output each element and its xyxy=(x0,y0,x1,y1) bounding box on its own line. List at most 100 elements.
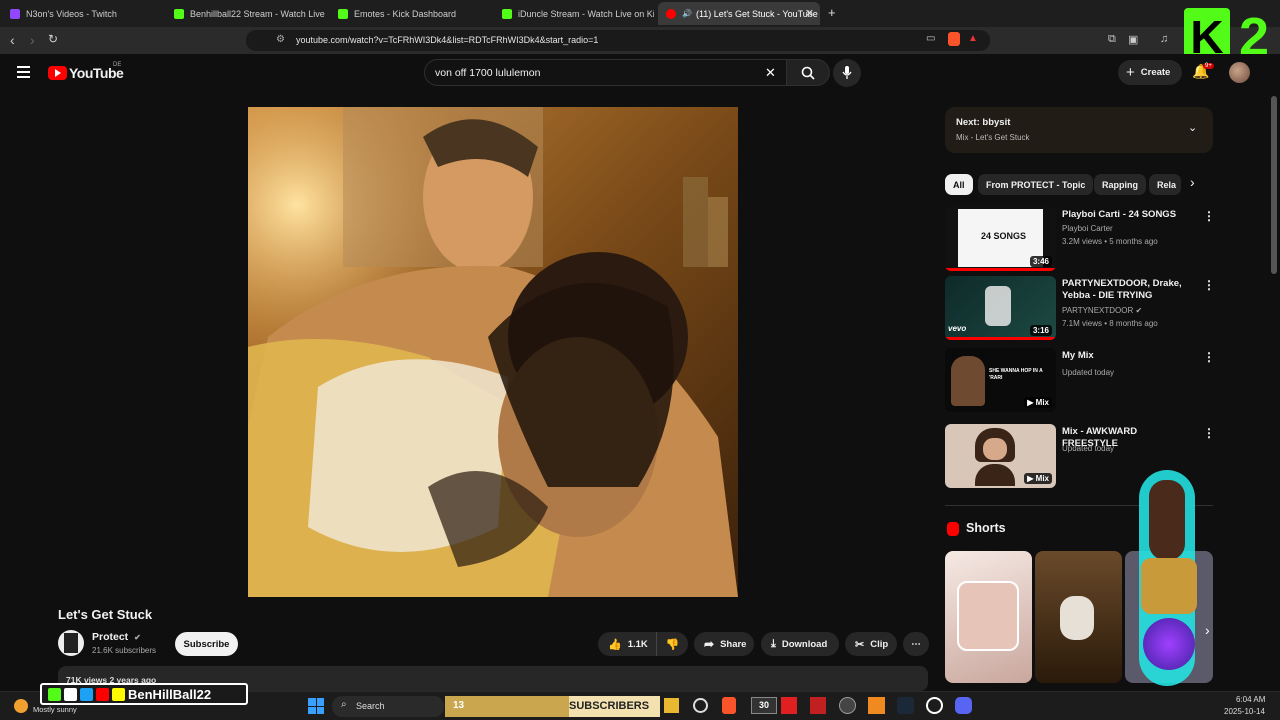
chip-from-protect[interactable]: From PROTECT - Topic xyxy=(978,174,1094,195)
clip-button[interactable]: ✂ Clip xyxy=(845,632,897,656)
site-info-icon[interactable]: ⚙ xyxy=(276,34,285,45)
taskbar-search-label: Search xyxy=(356,701,385,711)
app-icon[interactable] xyxy=(810,697,826,714)
close-tab-icon[interactable]: ✕ xyxy=(805,7,814,20)
subscriber-goal-label: SUBSCRIBERS xyxy=(569,700,650,712)
tiktok-icon xyxy=(64,687,77,701)
recommendation-item[interactable]: 24 SONGS 3:46 Playboi Carti - 24 SONGS P… xyxy=(945,207,1215,273)
more-options-icon[interactable]: ⋮ xyxy=(1203,209,1215,223)
brave-shield-icon[interactable] xyxy=(948,32,960,46)
brave-browser-icon[interactable] xyxy=(722,697,736,714)
tab-youtube-active[interactable]: 🔊 (11) Let's Get Stuck - YouTube ✕ xyxy=(658,2,820,25)
record-app-icon[interactable] xyxy=(781,697,797,714)
thumbs-up-icon: 👍 xyxy=(608,638,622,651)
short-thumbnail[interactable] xyxy=(1035,551,1122,683)
download-icon: ⤓ xyxy=(771,637,776,650)
rewards-icon[interactable]: ▲ xyxy=(968,33,978,44)
recommendation-meta: 7.1M views • 8 months ago xyxy=(1062,319,1158,328)
menu-icon[interactable] xyxy=(17,66,30,78)
notification-count-badge: 9+ xyxy=(1203,63,1214,69)
search-input[interactable]: von off 1700 lululemon xyxy=(435,67,540,79)
playlist-next-card[interactable]: Next: bbysit Mix - Let's Get Stuck ⌄ xyxy=(945,107,1213,153)
recommendation-item[interactable]: vevo 3:16 PARTYNEXTDOOR, Drake, Yebba - … xyxy=(945,276,1215,342)
new-tab-icon[interactable]: + xyxy=(828,5,836,20)
recommendation-channel: PARTYNEXTDOOR ✔ xyxy=(1062,306,1143,315)
subscribe-button[interactable]: Subscribe xyxy=(175,632,238,656)
tab-kick-benhillball[interactable]: Benhillball22 Stream - Watch Live on xyxy=(166,2,326,25)
clip-label: Clip xyxy=(870,638,889,650)
twitch-icon xyxy=(10,8,20,19)
youtube-icon xyxy=(96,687,109,701)
channel-name[interactable]: Protect ✔ xyxy=(92,631,141,643)
app-icon[interactable] xyxy=(868,697,885,714)
chip-all[interactable]: All xyxy=(945,174,973,195)
search-button[interactable] xyxy=(786,59,830,86)
taskbar-search[interactable]: ⌕ Search xyxy=(332,696,444,717)
windows-taskbar: Mostly sunny BenHillBall22 ⌕ Search 13 S… xyxy=(0,683,1280,720)
scissors-icon: ✂ xyxy=(855,638,865,651)
search-box[interactable]: von off 1700 lululemon ✕ xyxy=(424,59,816,86)
windows-start-icon[interactable] xyxy=(308,698,324,714)
recommendation-title: My Mix xyxy=(1062,350,1094,361)
app-icon[interactable] xyxy=(839,697,856,714)
reload-icon[interactable]: ↻ xyxy=(48,32,58,46)
dislike-button[interactable]: 👎 xyxy=(656,632,688,656)
video-thumbnail[interactable]: vevo 3:16 xyxy=(945,276,1056,340)
calendar-counter[interactable]: 30 xyxy=(751,697,777,714)
share-label: Share xyxy=(720,638,747,650)
video-thumbnail[interactable]: ▶ Mix xyxy=(945,424,1056,488)
shorts-next-icon[interactable]: › xyxy=(1205,622,1210,638)
clear-search-icon[interactable]: ✕ xyxy=(765,65,776,81)
back-icon[interactable]: ‹ xyxy=(10,32,15,48)
weather-icon xyxy=(14,699,28,713)
sidebar-icon[interactable]: ▣ xyxy=(1128,33,1138,46)
music-icon[interactable]: ♫ xyxy=(1160,33,1168,45)
tab-kick-iduncle[interactable]: iDuncle Stream - Watch Live on Kick xyxy=(494,2,654,25)
search-icon xyxy=(801,66,815,80)
video-thumbnail[interactable]: SHE WANNA HOP IN A 'RARI ▶ Mix xyxy=(945,348,1056,412)
kick-icon xyxy=(338,8,348,19)
more-options-icon[interactable]: ⋮ xyxy=(1203,350,1215,364)
video-thumbnail[interactable]: 24 SONGS 3:46 xyxy=(945,207,1056,271)
video-frame-image xyxy=(248,107,738,597)
recommendation-title: Playboi Carti - 24 SONGS xyxy=(1062,209,1177,220)
like-button[interactable]: 👍 1.1K xyxy=(598,632,656,656)
tab-kick-emotes[interactable]: Emotes - Kick Dashboard xyxy=(330,2,490,25)
share-button[interactable]: ➦ Share xyxy=(694,632,754,656)
tab-label: Emotes - Kick Dashboard xyxy=(354,8,457,19)
chip-related[interactable]: Rela xyxy=(1149,174,1181,195)
recommendation-item[interactable]: SHE WANNA HOP IN A 'RARI ▶ Mix My Mix Up… xyxy=(945,348,1215,414)
chevron-right-icon[interactable]: › xyxy=(1190,174,1195,190)
url-field[interactable]: ⚙ youtube.com/watch?v=TcFRhWI3Dk4&list=R… xyxy=(246,30,990,51)
chip-rapping[interactable]: Rapping xyxy=(1094,174,1146,195)
more-options-icon[interactable]: ⋮ xyxy=(1203,426,1215,440)
voice-search-button[interactable] xyxy=(833,59,861,87)
mix-badge: ▶ Mix xyxy=(1024,473,1052,484)
kick-icon xyxy=(174,8,184,19)
channel-avatar[interactable] xyxy=(58,630,84,656)
video-player[interactable] xyxy=(248,107,738,597)
recommendation-meta: Updated today xyxy=(1062,444,1115,453)
search-icon: ⌕ xyxy=(341,699,347,710)
plus-icon: + xyxy=(1126,64,1135,81)
chevron-down-icon[interactable]: ⌄ xyxy=(1188,121,1197,134)
next-subtitle: Mix - Let's Get Stuck xyxy=(956,133,1030,142)
extensions-icon[interactable]: ⧉ xyxy=(1108,33,1116,46)
download-button[interactable]: ⤓ Download xyxy=(761,632,839,656)
more-actions-button[interactable]: ⋯ xyxy=(903,632,929,656)
short-thumbnail[interactable] xyxy=(945,551,1032,683)
steam-icon[interactable] xyxy=(897,697,914,714)
page-scrollbar[interactable] xyxy=(1271,96,1277,274)
cast-icon[interactable]: ▭ xyxy=(926,33,935,44)
file-explorer-icon[interactable] xyxy=(664,698,679,713)
create-button[interactable]: + Create xyxy=(1118,60,1182,85)
discord-icon[interactable] xyxy=(955,697,972,714)
youtube-logo-icon[interactable] xyxy=(48,66,67,80)
more-options-icon[interactable]: ⋮ xyxy=(1203,278,1215,292)
forward-icon[interactable]: › xyxy=(30,32,35,48)
avatar[interactable] xyxy=(1229,62,1250,83)
app-icon[interactable] xyxy=(693,698,708,713)
obs-icon[interactable] xyxy=(926,697,943,714)
tab-twitch[interactable]: N3on's Videos - Twitch xyxy=(2,2,162,25)
like-count: 1.1K xyxy=(627,638,648,650)
